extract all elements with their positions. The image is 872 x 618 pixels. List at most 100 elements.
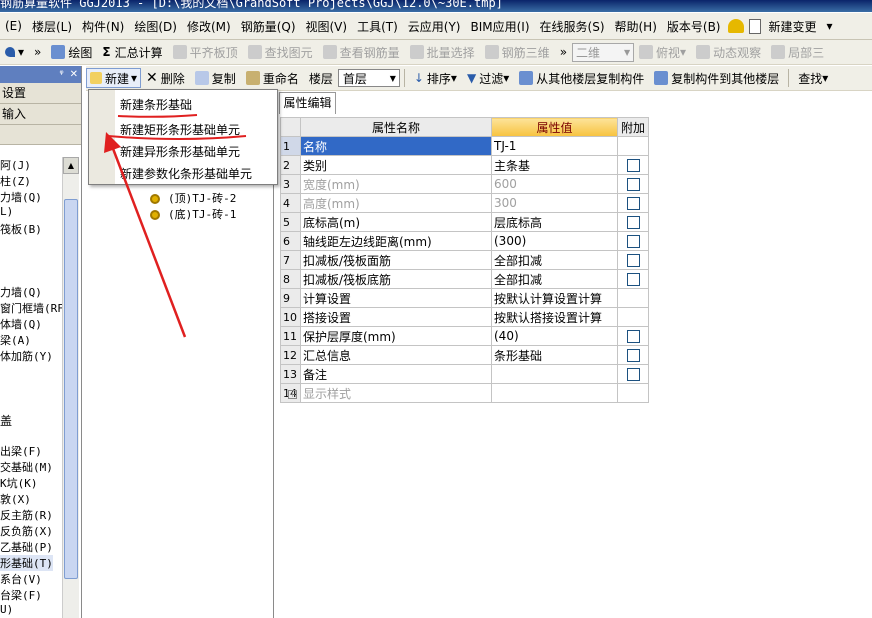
extra-checkbox[interactable] [626,235,640,248]
list-item[interactable]: 力墙(Q) [0,284,42,300]
table-row[interactable]: 8 扣减板/筏板底筋 全部扣减 [280,269,649,289]
top-view-button[interactable]: 俯视 ▾ [634,44,691,61]
property-value[interactable]: 300 [491,193,618,213]
overflow2-icon[interactable]: » [555,45,572,59]
tree-node[interactable]: (顶)TJ-砖-2 [150,190,236,206]
floor-select[interactable]: 首层 ▼ [337,69,400,87]
list-item[interactable]: 筏板(B) [0,221,42,237]
menu-item-new-irregular-unit[interactable]: 新建异形条形基础单元 [120,143,240,160]
menu-view[interactable]: 视图(V) [301,18,353,35]
list-group[interactable]: 盖 [0,412,12,429]
table-row[interactable]: 7 扣减板/筏板面筋 全部扣减 [280,250,649,270]
table-row[interactable]: 1 名称 TJ-1 [280,136,649,156]
menu-help[interactable]: 帮助(H) [610,18,662,35]
menu-item-new-strip-foundation[interactable]: 新建条形基础 [120,96,192,113]
left-scrollbar[interactable]: ▲ [62,157,79,618]
input-button[interactable]: 输入 [0,104,81,125]
table-row[interactable]: 4 高度(mm) 300 [280,193,649,213]
table-row[interactable]: 5 底标高(m) 层底标高 [280,212,649,232]
find-button[interactable]: 查找 ▾ [793,70,833,87]
property-value[interactable] [491,383,618,403]
property-value[interactable]: 层底标高 [491,212,618,232]
scroll-thumb[interactable] [64,199,78,579]
menu-item-new-rect-unit[interactable]: 新建矩形条形基础单元 [120,121,240,138]
list-item[interactable]: U) [0,603,13,616]
table-row[interactable]: 10 搭接设置 按默认搭接设置计算 [280,307,649,327]
table-row[interactable]: 11 保护层厚度(mm) (40) [280,326,649,346]
table-row[interactable]: 14 + 显示样式 [280,383,649,403]
menu-edit[interactable]: (E) [0,19,27,33]
property-value[interactable] [491,364,618,384]
extra-checkbox[interactable] [626,216,640,229]
list-item[interactable]: 反主筋(R) [0,507,53,523]
list-item[interactable]: 乙基础(P) [0,539,53,555]
menu-floor[interactable]: 楼层(L) [27,18,77,35]
extra-checkbox[interactable] [626,330,640,343]
list-item[interactable]: 体加筋(Y) [0,348,53,364]
list-item[interactable]: K坑(K) [0,475,38,491]
property-value[interactable]: 全部扣减 [491,269,618,289]
table-row[interactable]: 2 类别 主条基 [280,155,649,175]
overflow-icon[interactable]: » [29,45,46,59]
extra-checkbox[interactable] [626,197,640,210]
view-mode-select[interactable]: 二维 ▼ [572,42,635,62]
list-item-selected[interactable]: 形基础(T) [0,555,53,571]
property-value[interactable]: 全部扣减 [491,250,618,270]
find-element-button[interactable]: 查找图元 [243,44,318,61]
table-row[interactable]: 12 汇总信息 条形基础 [280,345,649,365]
list-item[interactable]: 敦(X) [0,491,31,507]
list-item[interactable]: L) [0,205,13,218]
scroll-up-icon[interactable]: ▲ [63,157,79,174]
property-value[interactable]: 按默认搭接设置计算 [491,307,618,327]
table-row[interactable]: 9 计算设置 按默认计算设置计算 [280,288,649,308]
menu-online[interactable]: 在线服务(S) [535,18,610,35]
undo-button[interactable]: ▾ [0,45,29,59]
list-item[interactable]: 阿(J) [0,157,31,173]
menu-component[interactable]: 构件(N) [77,18,129,35]
list-item[interactable]: 体墙(Q) [0,316,42,332]
list-item[interactable]: 窗门框墙(RF [0,300,62,316]
dynamic-view-button[interactable]: 动态观察 [691,44,766,61]
extra-checkbox[interactable] [626,368,640,381]
extra-checkbox[interactable] [626,349,640,362]
copy-from-floor-button[interactable]: 从其他楼层复制构件 [514,70,649,87]
menu-item-new-parametric-unit[interactable]: 新建参数化条形基础单元 [120,165,252,182]
menu-rebar-quantity[interactable]: 钢筋量(Q) [236,18,301,35]
tab-property-edit[interactable]: 属性编辑 [279,92,336,114]
helmet-icon[interactable] [727,19,744,33]
new-button[interactable]: 新建 ▾ [86,68,142,88]
settings-button[interactable]: 设置 [0,83,81,104]
sum-button[interactable]: Σ 汇总计算 [97,44,167,61]
menu-modify[interactable]: 修改(M) [182,18,236,35]
property-value[interactable]: 按默认计算设置计算 [491,288,618,308]
list-item[interactable]: 系台(V) [0,571,42,587]
list-item[interactable]: 交基础(M) [0,459,53,475]
menu-tools[interactable]: 工具(T) [352,18,403,35]
list-item[interactable]: 力墙(Q) [0,189,42,205]
expand-icon[interactable]: + [288,389,297,399]
sort-button[interactable]: ↓ 排序 ▾ [409,70,462,87]
copy-to-floor-button[interactable]: 复制构件到其他楼层 [649,70,784,87]
list-item[interactable]: 梁(A) [0,332,31,348]
pin-icon[interactable]: ᵠ [59,69,63,80]
view-rebar-button[interactable]: 查看钢筋量 [318,44,405,61]
extra-checkbox[interactable] [626,178,640,191]
extra-checkbox[interactable] [626,254,640,267]
table-row[interactable]: 3 宽度(mm) 600 [280,174,649,194]
rebar-3d-button[interactable]: 钢筋三维 [480,44,555,61]
tree-node[interactable]: (底)TJ-砖-1 [150,206,236,222]
batch-select-button[interactable]: 批量选择 [405,44,480,61]
table-row[interactable]: 6 轴线距左边线距离(mm) (300) [280,231,649,251]
menu-draw[interactable]: 绘图(D) [129,18,182,35]
menu-cloud[interactable]: 云应用(Y) [403,18,466,35]
menu-version[interactable]: 版本号(B) [662,18,726,35]
local-3d-button[interactable]: 局部三 [766,44,829,61]
close-icon[interactable]: ✕ [70,69,78,80]
filter-button[interactable]: ▼ 过滤 ▾ [462,70,514,87]
extra-checkbox[interactable] [626,273,640,286]
list-item[interactable]: 台梁(F) [0,587,42,603]
menu-new-change[interactable]: 新建变更 [764,18,822,35]
flat-top-button[interactable]: 平齐板顶 [168,44,243,61]
copy-button[interactable]: 复制 [190,70,241,87]
property-value[interactable]: 条形基础 [491,345,618,365]
